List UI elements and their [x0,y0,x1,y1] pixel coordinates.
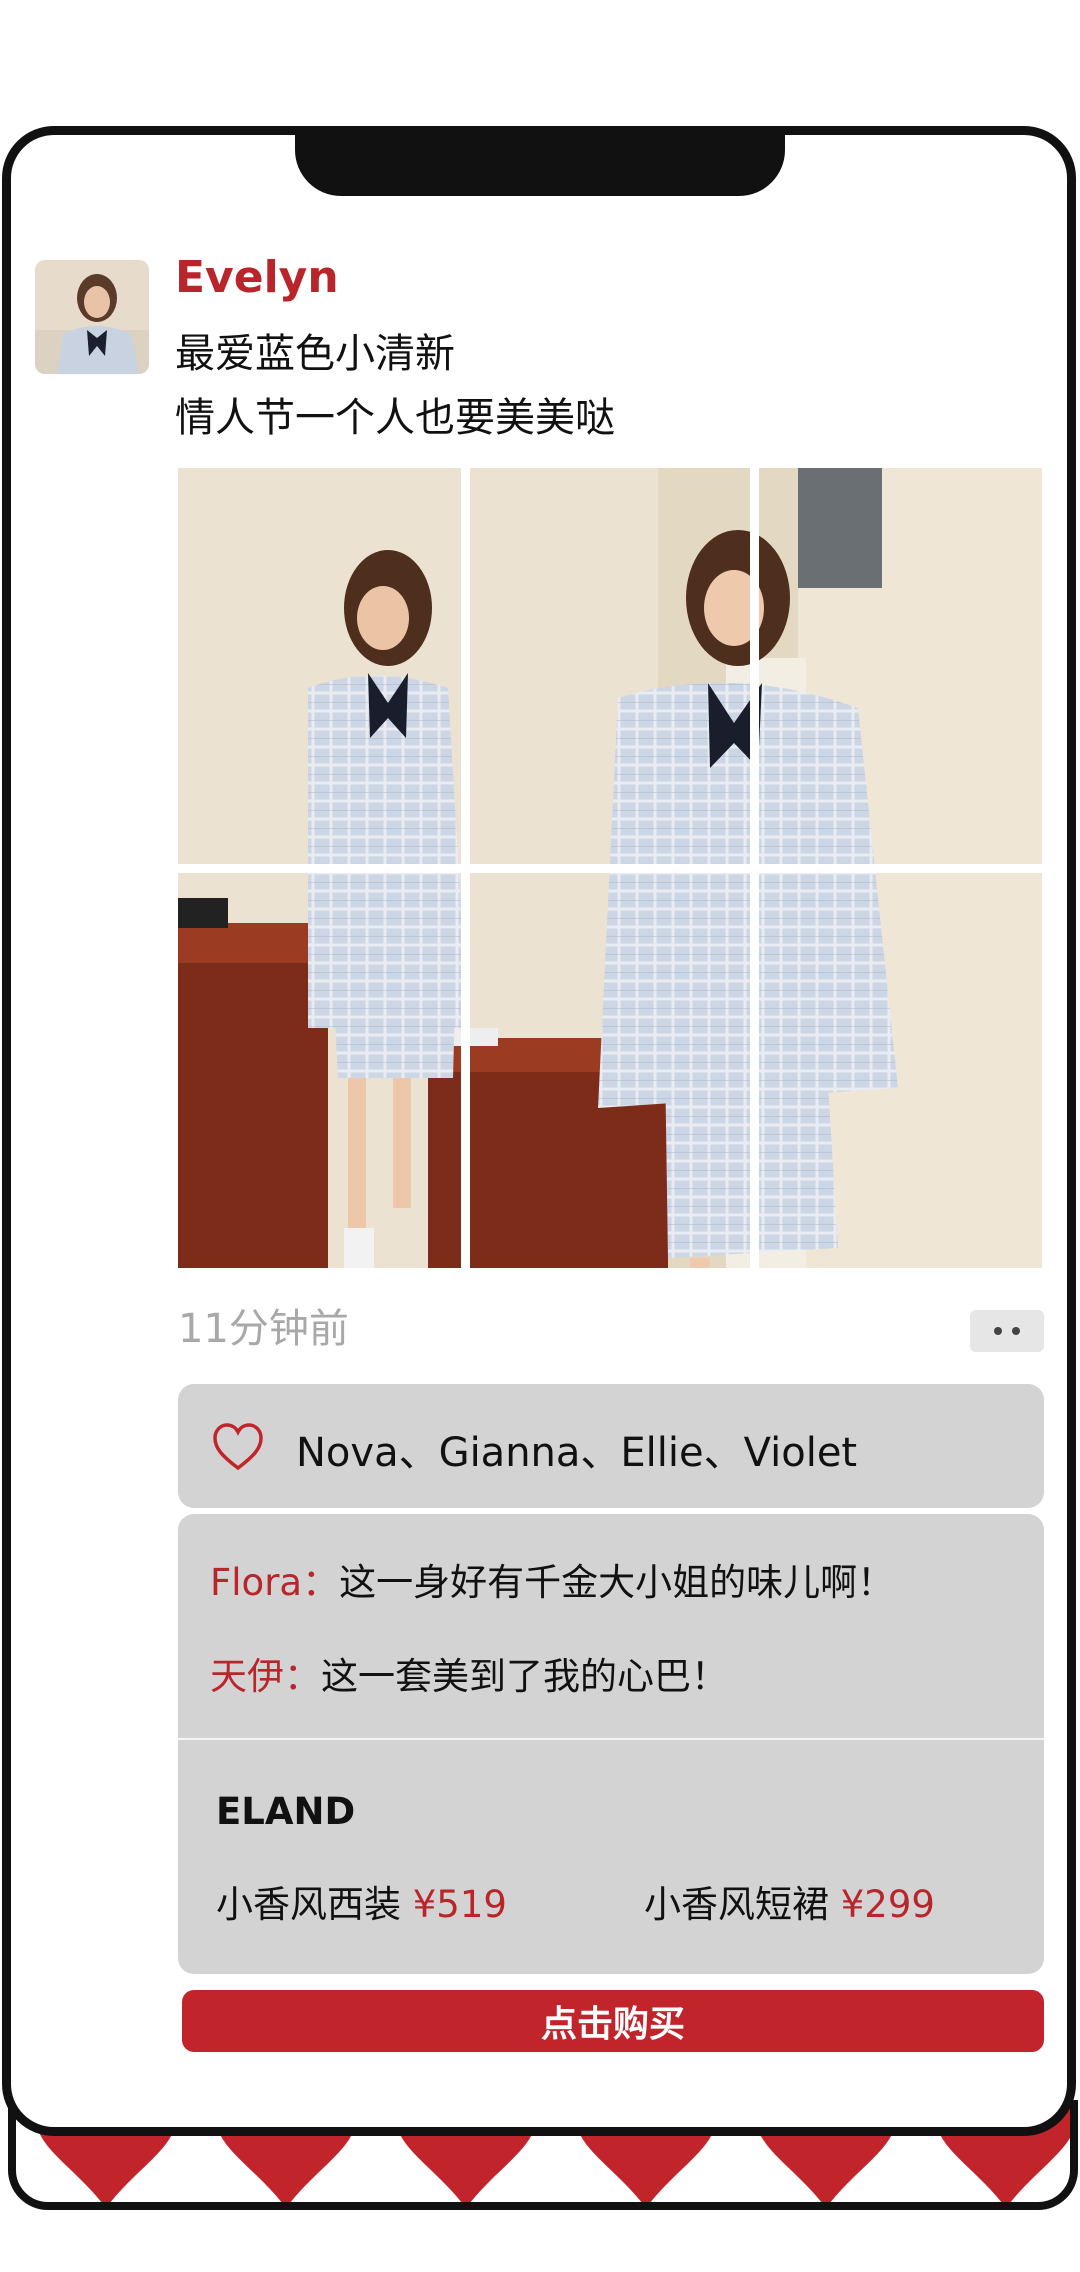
comment-author[interactable]: Flora： [210,1561,339,1604]
more-dots-icon [994,1327,1002,1335]
product-price: ¥519 [412,1883,507,1926]
phone-notch [295,128,785,196]
product-price: ¥299 [840,1883,935,1926]
avatar[interactable] [35,260,149,374]
comments-panel: Flora：这一身好有千金大小姐的味儿啊！ 天伊：这一套美到了我的心巴！ ELA… [178,1514,1044,1974]
brand-name: ELAND [216,1790,356,1833]
comment-author[interactable]: 天伊： [210,1655,321,1698]
heart-icon[interactable] [212,1422,264,1472]
likes-names: Nova、Gianna、Ellie、Violet [296,1430,858,1476]
post-text-line-1: 最爱蓝色小清新 [175,331,455,377]
likes-panel: Nova、Gianna、Ellie、Violet [178,1384,1044,1508]
divider [178,1738,1044,1740]
comment-text: 这一套美到了我的心巴！ [321,1655,728,1698]
username[interactable]: Evelyn [175,252,339,303]
product-item[interactable]: 小香风西装 ¥519 [216,1874,507,1928]
post-text: 最爱蓝色小清新 情人节一个人也要美美哒 [175,322,615,450]
buy-button[interactable]: 点击购买 [182,1990,1044,2052]
more-options-button[interactable] [970,1310,1044,1352]
screen: Evelyn 最爱蓝色小清新 情人节一个人也要美美哒 11分钟前 Nova、Gi… [0,0,1080,2272]
post-timestamp: 11分钟前 [178,1306,349,1352]
photo-grid-image [178,468,1042,1268]
product-name: 小香风短裙 [644,1883,829,1926]
more-dots-icon-dot [1012,1327,1020,1335]
photo-grid [178,468,1042,1268]
comment[interactable]: 天伊：这一套美到了我的心巴！ [210,1646,728,1700]
comment[interactable]: Flora：这一身好有千金大小姐的味儿啊！ [210,1552,894,1606]
post-text-line-2: 情人节一个人也要美美哒 [175,395,615,441]
comment-text: 这一身好有千金大小姐的味儿啊！ [339,1561,895,1604]
product-name: 小香风西装 [216,1883,401,1926]
product-item[interactable]: 小香风短裙 ¥299 [644,1874,935,1928]
